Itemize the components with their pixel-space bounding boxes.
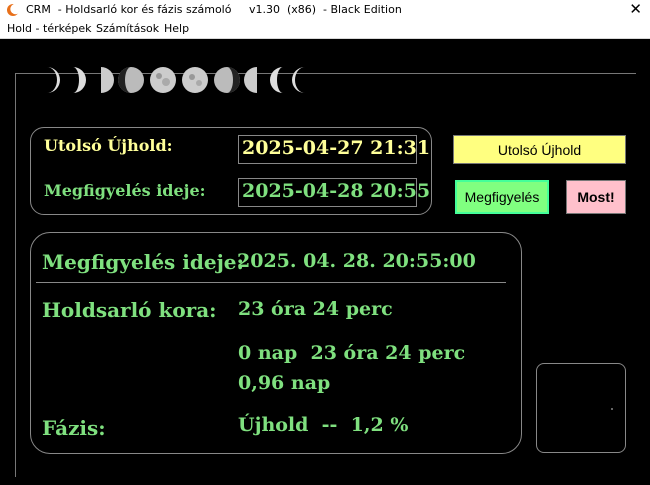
first-quarter-icon	[101, 67, 114, 93]
menu-item-calculations[interactable]: Számítások	[96, 22, 159, 35]
now-button[interactable]: Most!	[566, 180, 626, 214]
result-observation-label: Megfigyelés ideje:	[42, 250, 244, 274]
moon-preview-box	[536, 363, 626, 453]
menu-bar: Hold - térképek Számítások Help	[0, 20, 650, 39]
waning-crescent-icon	[292, 67, 305, 93]
menu-item-help[interactable]: Help	[164, 22, 189, 35]
waxing-gibbous-icon	[118, 67, 144, 93]
last-new-moon-button[interactable]: Utolsó Újhold	[453, 135, 626, 164]
crescent-icon	[73, 67, 86, 93]
moon-phase-strip	[28, 62, 318, 98]
observation-button[interactable]: Megfigyelés	[455, 180, 549, 214]
full-moon-icon	[182, 67, 208, 93]
observation-time-label: Megfigyelés ideje:	[44, 181, 206, 200]
crescent-age-days: 0,96 nap	[238, 372, 331, 394]
phase-value: Újhold -- 1,2 %	[238, 414, 409, 436]
menu-item-moon-maps[interactable]: Hold - térképek	[7, 22, 91, 35]
waning-gibbous-icon	[214, 67, 240, 93]
crescent-age-hours: 23 óra 24 perc	[238, 298, 393, 320]
full-moon-icon	[150, 67, 176, 93]
title-bar: CRM - Holdsarló kor és fázis számoló v1.…	[0, 0, 650, 20]
last-new-moon-field[interactable]: 2025-04-27 21:31	[238, 135, 430, 164]
last-new-moon-label: Utolsó Újhold:	[44, 136, 173, 155]
phase-label: Fázis:	[42, 416, 106, 440]
result-observation-value: 2025. 04. 28. 20:55:00	[237, 250, 476, 272]
observation-time-field[interactable]: 2025-04-28 20:55	[238, 178, 430, 207]
results-divider	[36, 282, 506, 283]
crescent-moon-icon	[7, 3, 20, 16]
crescent-age-days-hours: 0 nap 23 óra 24 perc	[238, 342, 466, 364]
close-icon[interactable]: ✕	[629, 1, 642, 17]
crescent-age-label: Holdsarló kora:	[42, 298, 217, 322]
moon-preview-dot	[611, 408, 613, 410]
window-title: CRM - Holdsarló kor és fázis számoló v1.…	[26, 3, 402, 16]
